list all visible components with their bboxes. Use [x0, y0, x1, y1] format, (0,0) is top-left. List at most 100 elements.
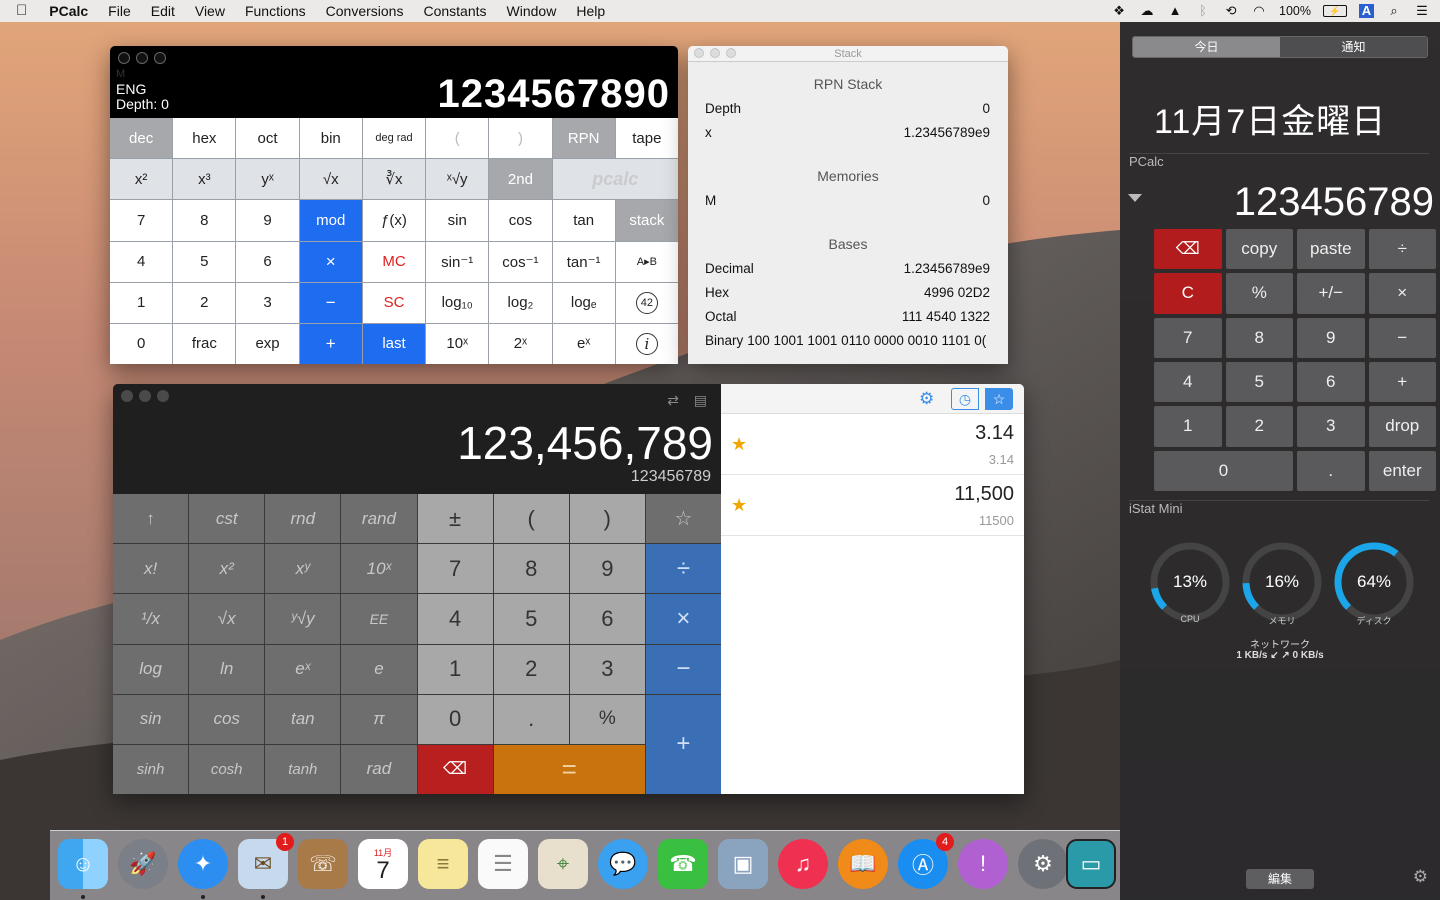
maps-icon[interactable]: ⌖ [538, 839, 588, 889]
notification-center-icon[interactable]: ☰ [1414, 4, 1430, 18]
key-ex[interactable]: eˣ [265, 644, 341, 694]
contacts-icon[interactable]: ☏ [298, 839, 348, 889]
tab-today[interactable]: 今日 [1133, 37, 1280, 57]
key-1[interactable]: 1 [417, 644, 493, 694]
key-pi[interactable]: π [341, 694, 417, 744]
key-8[interactable]: 8 [173, 200, 236, 241]
key-close-paren[interactable]: ) [569, 494, 645, 544]
key-sqrt[interactable]: √x [189, 594, 265, 644]
widget-key-minus[interactable]: − [1368, 317, 1436, 358]
key-shift[interactable]: ↑ [113, 494, 189, 544]
key-bin[interactable]: bin [299, 118, 362, 159]
close-button[interactable] [118, 52, 130, 64]
cloud-icon[interactable]: ☁ [1139, 4, 1155, 18]
key-0[interactable]: 0 [417, 694, 493, 744]
spotlight-icon[interactable]: ⌕ [1386, 4, 1402, 18]
key-ln[interactable]: logₑ [552, 282, 615, 323]
key-x-cubed[interactable]: x³ [173, 159, 236, 200]
key-reciprocal[interactable]: ¹/x [113, 594, 189, 644]
key-deg-rad[interactable]: deg rad [362, 118, 426, 159]
key-minus[interactable]: − [645, 644, 721, 694]
key-tan[interactable]: tan [552, 200, 615, 241]
key-minus[interactable]: − [299, 282, 362, 323]
widget-key-drop[interactable]: drop [1368, 406, 1436, 447]
menu-app-name[interactable]: PCalc [39, 0, 98, 22]
key-2x[interactable]: 2ˣ [489, 323, 552, 364]
close-button[interactable] [694, 48, 704, 58]
widget-key-1[interactable]: 1 [1154, 406, 1222, 447]
key-7[interactable]: 7 [110, 200, 173, 241]
key-asin[interactable]: sin⁻¹ [426, 241, 489, 282]
zoom-button[interactable] [726, 48, 736, 58]
key-function[interactable]: ƒ(x) [362, 200, 426, 241]
key-tanh[interactable]: tanh [265, 744, 341, 794]
key-info[interactable]: i [615, 323, 678, 364]
launchpad-icon[interactable]: 🚀 [118, 839, 168, 889]
widget-key-2[interactable]: 2 [1225, 406, 1293, 447]
history-clock-icon[interactable]: ◷ [951, 388, 979, 410]
iphoto-icon[interactable]: ▣ [718, 839, 768, 889]
close-button[interactable] [121, 390, 133, 402]
widget-key-enter[interactable]: enter [1368, 450, 1436, 491]
widget-key-plus-minus[interactable]: +/− [1297, 273, 1365, 314]
key-percent[interactable]: % [569, 694, 645, 744]
key-tape[interactable]: tape [615, 118, 678, 159]
messages-icon[interactable]: 💬 [598, 839, 648, 889]
key-ex[interactable]: eˣ [552, 323, 615, 364]
key-atan[interactable]: tan⁻¹ [552, 241, 615, 282]
key-yroot[interactable]: ʸ√y [265, 594, 341, 644]
key-mod[interactable]: mod [299, 200, 362, 241]
key-10x[interactable]: 10ˣ [341, 544, 417, 594]
finder-icon[interactable]: ☺ [58, 839, 108, 899]
key-sqrt[interactable]: √x [299, 159, 362, 200]
key-close-paren[interactable]: ) [489, 118, 552, 159]
key-open-paren[interactable]: ( [493, 494, 569, 544]
key-4[interactable]: 4 [417, 594, 493, 644]
widget-key-3[interactable]: 3 [1297, 406, 1365, 447]
menu-conversions[interactable]: Conversions [316, 0, 414, 22]
zoom-button[interactable] [154, 52, 166, 64]
widget-key-divide[interactable]: ÷ [1368, 229, 1436, 270]
widget-key-plus[interactable]: + [1368, 361, 1436, 403]
key-factorial[interactable]: x! [113, 544, 189, 594]
menu-help[interactable]: Help [566, 0, 615, 22]
key-2[interactable]: 2 [173, 282, 236, 323]
key-2[interactable]: 2 [493, 644, 569, 694]
key-2nd[interactable]: 2nd [489, 159, 552, 200]
minimize-button[interactable] [139, 390, 151, 402]
key-4[interactable]: 4 [110, 241, 173, 282]
battery-icon[interactable]: ⚡ [1323, 5, 1347, 17]
key-constant-42[interactable]: 42 [615, 282, 678, 323]
apple-menu-icon[interactable]:  [0, 0, 39, 22]
list-icon[interactable]: ▤ [694, 392, 707, 409]
key-ln[interactable]: ln [189, 644, 265, 694]
widget-key-percent[interactable]: % [1225, 273, 1293, 314]
key-rnd[interactable]: rnd [265, 494, 341, 544]
input-source-icon[interactable]: A [1359, 4, 1374, 18]
key-tan[interactable]: tan [265, 694, 341, 744]
key-cst[interactable]: cst [189, 494, 265, 544]
key-3[interactable]: 3 [236, 282, 299, 323]
key-log2[interactable]: log₂ [489, 282, 552, 323]
settings-gear-icon[interactable]: ⚙ [919, 389, 934, 409]
key-log[interactable]: log [113, 644, 189, 694]
key-5[interactable]: 5 [493, 594, 569, 644]
key-x-squared[interactable]: x² [110, 159, 173, 200]
widget-key-0[interactable]: 0 [1154, 450, 1293, 491]
minimize-button[interactable] [710, 48, 720, 58]
key-sin[interactable]: sin [426, 200, 489, 241]
facetime-icon[interactable]: ☎ [658, 839, 708, 889]
key-hex[interactable]: hex [173, 118, 236, 159]
key-favorite[interactable]: ☆ [645, 494, 721, 544]
dropbox-icon[interactable]: ❖ [1111, 4, 1127, 18]
key-plus[interactable]: + [645, 694, 721, 794]
key-6[interactable]: 6 [569, 594, 645, 644]
tab-notifications[interactable]: 通知 [1280, 37, 1427, 57]
widget-key-clear[interactable]: C [1154, 273, 1222, 314]
key-plus-minus[interactable]: ± [417, 494, 493, 544]
key-cos[interactable]: cos [189, 694, 265, 744]
widget-key-6[interactable]: 6 [1297, 361, 1365, 403]
time-machine-icon[interactable]: ⟲ [1223, 4, 1239, 18]
menu-window[interactable]: Window [497, 0, 567, 22]
wifi-icon[interactable]: ◠ [1251, 4, 1267, 18]
